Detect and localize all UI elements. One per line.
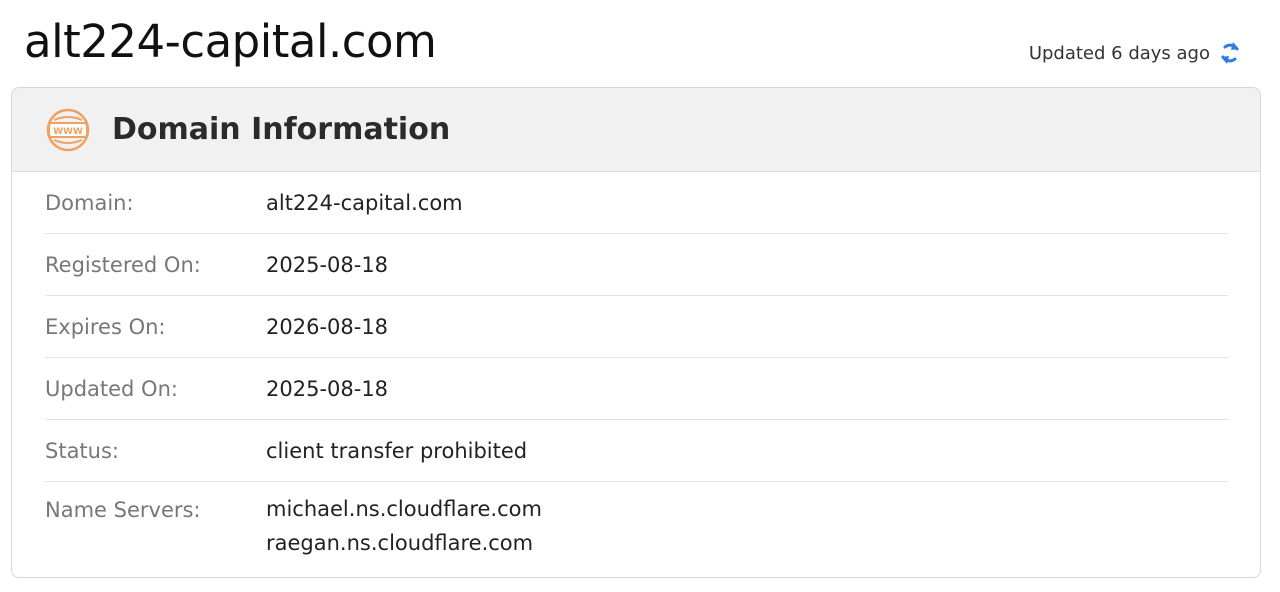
row-value: 2025-08-18 — [266, 376, 389, 401]
row-value: 2025-08-18 — [266, 252, 389, 277]
card-title: Domain Information — [112, 112, 451, 147]
row-label: Expires On: — [45, 314, 166, 339]
row-label: Domain: — [45, 190, 134, 215]
www-icon: WWW — [46, 108, 90, 152]
updated-text: Updated 6 days ago — [1028, 42, 1210, 64]
row-label: Status: — [45, 438, 119, 463]
refresh-icon[interactable] — [1218, 40, 1242, 66]
page: alt224-capital.com Updated 6 days ago WW… — [0, 0, 1280, 592]
row-label: Updated On: — [45, 376, 178, 401]
updated-indicator: Updated 6 days ago — [1029, 40, 1242, 66]
card-header: WWW Domain Information — [12, 88, 1260, 172]
page-title: alt224-capital.com — [24, 15, 437, 68]
name-server-list: michael.ns.cloudflare.com raegan.ns.clou… — [266, 492, 542, 560]
row-expires-on: Expires On: 2026-08-18 — [45, 296, 1228, 358]
domain-info-card: WWW Domain Information Domain: alt224-ca… — [11, 87, 1261, 578]
row-domain: Domain: alt224-capital.com — [45, 172, 1228, 234]
row-updated-on: Updated On: 2025-08-18 — [45, 358, 1228, 420]
row-name-servers: Name Servers: michael.ns.cloudflare.com … — [45, 482, 1228, 572]
svg-text:WWW: WWW — [53, 127, 83, 137]
row-value: client transfer prohibited — [266, 438, 528, 463]
name-server: michael.ns.cloudflare.com — [266, 497, 542, 521]
row-label: Name Servers: — [45, 498, 201, 522]
row-label: Registered On: — [45, 252, 201, 277]
row-value: alt224-capital.com — [266, 190, 463, 215]
row-registered-on: Registered On: 2025-08-18 — [45, 234, 1228, 296]
name-server: raegan.ns.cloudflare.com — [266, 531, 534, 555]
row-value: 2026-08-18 — [266, 314, 389, 339]
info-rows: Domain: alt224-capital.com Registered On… — [12, 172, 1260, 572]
row-status: Status: client transfer prohibited — [45, 420, 1228, 482]
